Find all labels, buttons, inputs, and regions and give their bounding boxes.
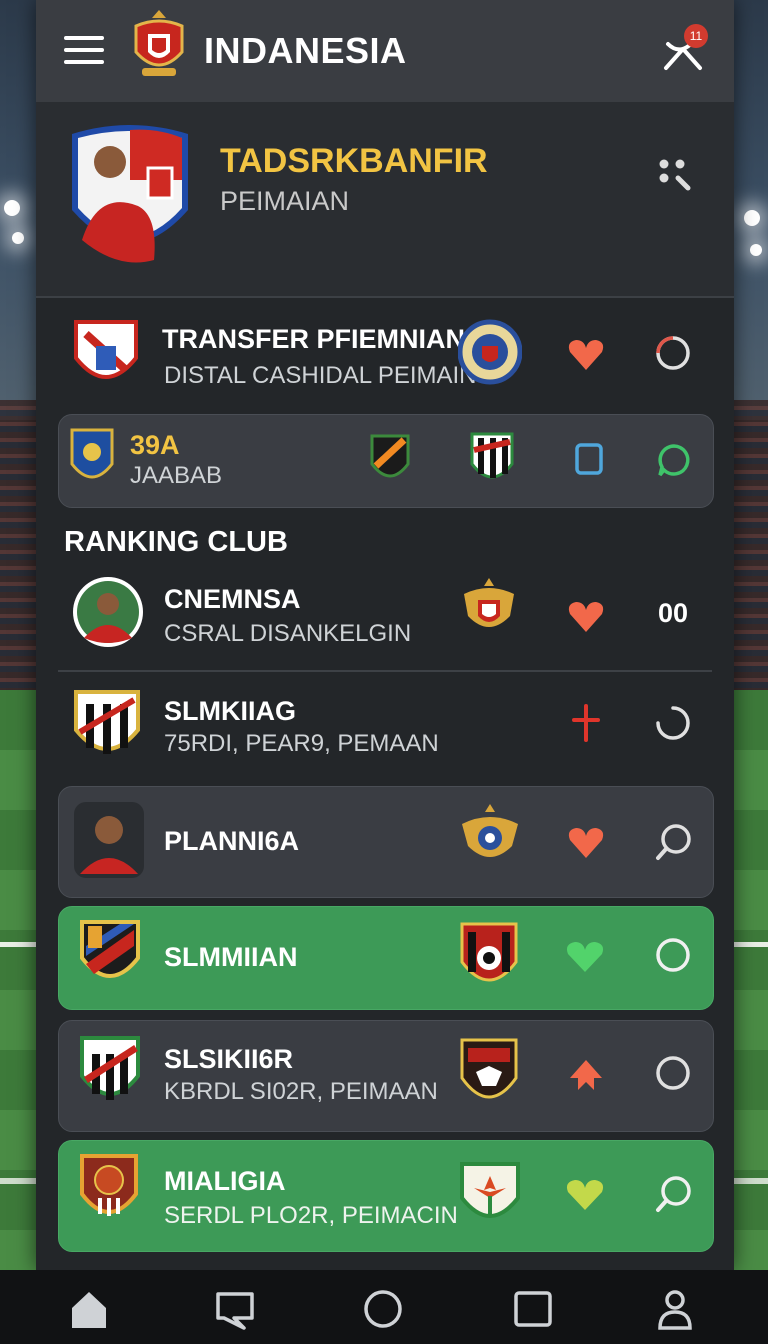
- ranking-item-subtitle: CSRAL DISANKELGIN: [164, 620, 412, 647]
- square-icon[interactable]: [574, 442, 604, 476]
- heart-icon[interactable]: [566, 600, 606, 634]
- offer-label: JAABAB: [130, 462, 223, 489]
- loading-icon[interactable]: [654, 704, 692, 742]
- heart-icon[interactable]: [566, 826, 606, 860]
- ranking-item-title: PLANNI6A: [164, 826, 300, 856]
- club-crest-orange-icon: [370, 434, 410, 478]
- heart-icon[interactable]: [564, 1178, 606, 1212]
- profile-subtitle: PEIMAIAN: [220, 186, 350, 216]
- profile-name: TADSRKBANFIR: [220, 142, 488, 180]
- garuda-emblem-icon: [462, 804, 518, 857]
- ranking-item[interactable]: [58, 678, 712, 778]
- transfer-title: TRANSFER PFIEMNIAN: [162, 324, 465, 354]
- club-crest-flower-icon: [460, 1162, 520, 1218]
- ranking-item-title: SLSIKII6R: [164, 1044, 294, 1074]
- home-icon[interactable]: [68, 1288, 110, 1330]
- club-crest-redblue-icon: [80, 920, 140, 978]
- club-crest-black-icon: [460, 1038, 518, 1099]
- notification-badge: 11: [684, 24, 708, 48]
- ranking-item-title: SLMMIIAN: [164, 942, 298, 972]
- ranking-item-title: SLMKIIAG: [164, 696, 296, 726]
- ranking-item[interactable]: [58, 906, 714, 1010]
- garuda-emblem-icon: [464, 578, 514, 627]
- ranking-item-subtitle: SERDL PLO2R, PEIMACIN: [164, 1202, 458, 1229]
- ranking-item-title: CNEMNSA: [164, 584, 301, 614]
- ranking-item[interactable]: [58, 786, 714, 898]
- player-shield-avatar[interactable]: [68, 120, 192, 270]
- circle-icon[interactable]: [654, 936, 692, 974]
- upload-icon[interactable]: [566, 1056, 606, 1092]
- garuda-logo: [134, 10, 184, 76]
- ranking-item[interactable]: [58, 1140, 714, 1252]
- ranking-item-subtitle: KBRDL SI02R, PEIMAAN: [164, 1078, 438, 1105]
- chat-bubble-icon[interactable]: [656, 442, 692, 478]
- plus-icon[interactable]: [572, 704, 600, 742]
- square-icon[interactable]: [512, 1288, 554, 1330]
- chat-icon[interactable]: [214, 1288, 256, 1330]
- player-avatar: [73, 577, 143, 647]
- heart-icon[interactable]: [566, 338, 606, 372]
- ranking-item-subtitle: 75RDI, PEAR9, PEMAAN: [164, 730, 439, 757]
- federation-seal-icon: [458, 319, 522, 385]
- transfer-club-badge: [74, 320, 138, 379]
- club-crest-striped-icon: [470, 432, 514, 479]
- heart-icon[interactable]: [564, 940, 606, 974]
- player-avatar: [74, 802, 144, 878]
- ranking-section-title: RANKING CLUB: [64, 526, 288, 558]
- profile-icon[interactable]: [654, 1288, 696, 1330]
- menu-icon[interactable]: [64, 36, 104, 68]
- ranking-item[interactable]: [58, 1020, 714, 1132]
- transfer-subtitle: DISTAL CASHIDAL PEIMAIN: [164, 362, 477, 389]
- divider: [58, 670, 712, 672]
- refresh-icon[interactable]: [654, 334, 692, 372]
- search-icon[interactable]: [654, 822, 694, 862]
- ranking-item-title: MIALIGIA: [164, 1166, 286, 1196]
- club-crest-striped-icon: [74, 690, 140, 754]
- club-crest-blue-icon: [70, 428, 114, 479]
- club-crest-striped-icon: [80, 1036, 140, 1100]
- offer-value: 39A: [130, 430, 180, 460]
- club-crest-black-icon: [460, 922, 518, 982]
- circle-icon[interactable]: [362, 1288, 404, 1330]
- circle-icon[interactable]: [654, 1054, 692, 1092]
- search-icon[interactable]: [654, 1174, 694, 1214]
- app-title: INDANESIA: [204, 30, 407, 71]
- ranking-item-score: 00: [658, 598, 689, 628]
- more-options-icon[interactable]: [656, 156, 696, 196]
- club-crest-maroon-icon: [80, 1154, 138, 1216]
